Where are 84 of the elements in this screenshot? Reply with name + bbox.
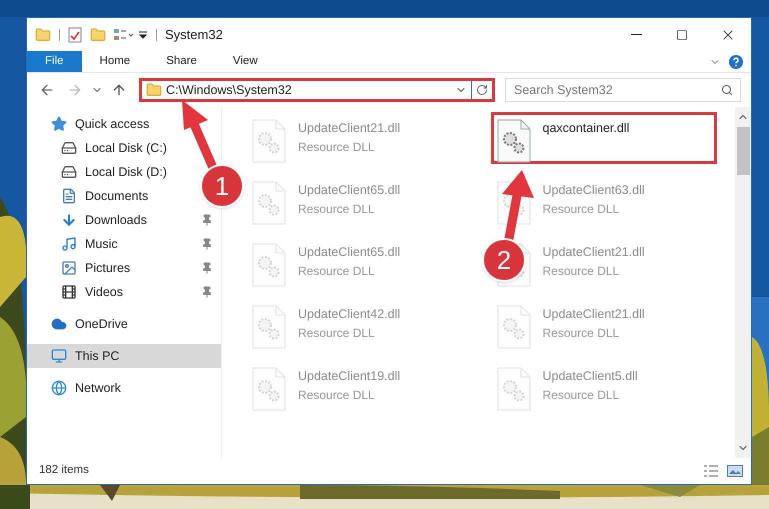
sidebar-item[interactable]: Pictures [27,256,221,280]
file-type: Resource DLL [298,138,376,156]
file-type: Resource DLL [298,386,376,404]
sidebar-item[interactable]: Local Disk (D:) [27,160,175,184]
file-type: Resource DLL [298,324,376,342]
sidebar-label: Local Disk (D:) [85,164,167,181]
sidebar-item[interactable]: Videos [27,280,221,304]
ribbon-tab[interactable]: Share [148,51,215,72]
ribbon-tab[interactable]: File [27,51,82,72]
star-icon [51,116,67,132]
sidebar-label: Music [85,236,119,253]
drive-icon [61,164,77,180]
globe-icon [51,380,67,396]
film-icon [61,284,77,300]
monitor-icon [51,348,67,364]
sidebar-item[interactable]: Local Disk (C:) [27,136,175,160]
folder-icon [146,82,162,98]
ribbon-tab[interactable]: Home [82,51,148,72]
file-name: UpdateClient65.dll [298,182,400,199]
dll-file-icon [252,243,286,287]
file-name: UpdateClient21.dll [298,120,400,137]
dll-file-icon [496,119,530,163]
sidebar-item[interactable]: Network [27,376,129,400]
drive-icon [61,140,77,156]
sidebar-item[interactable]: Music [27,232,221,256]
search-icon [721,84,733,96]
sidebar-label: This PC [75,348,120,365]
file-type: Resource DLL [542,200,620,218]
sidebar-label: Pictures [85,260,132,277]
dll-file-icon [252,181,286,225]
scrollbar[interactable] [735,107,751,458]
properties-icon[interactable] [68,26,82,42]
search-field[interactable]: Search System32 [505,78,741,102]
sidebar-label: Videos [85,284,124,301]
file-name: UpdateClient5.dll [542,368,638,385]
details-view-icon[interactable] [703,465,719,477]
file-type: Resource DLL [542,386,620,404]
up-button[interactable] [111,82,127,98]
dll-file-icon [496,367,530,411]
file-name: qaxcontainer.dll [542,120,630,137]
file-type: Resource DLL [542,262,620,280]
sidebar-label: Quick access [75,116,150,133]
file-item[interactable]: qaxcontainer.dll [490,112,716,164]
back-button[interactable] [39,82,55,98]
sidebar-label: Network [75,380,121,397]
help-icon[interactable] [729,54,743,68]
file-name: UpdateClient42.dll [298,306,400,323]
view-options-icon[interactable] [114,28,134,42]
maximize-icon [676,28,688,40]
window-title: System32 [165,26,223,44]
status-item-count: 182 items [39,463,89,478]
customize-dropdown-icon[interactable] [138,30,148,40]
cloud-icon [51,316,67,332]
sidebar-item[interactable]: Documents [27,184,156,208]
address-bar[interactable]: C:\Windows\System32 [139,78,495,102]
sidebar-label: Local Disk (C:) [85,140,167,157]
address-path: C:\Windows\System32 [166,82,293,99]
file-type: Resource DLL [298,262,376,280]
sidebar-item[interactable]: OneDrive [27,312,136,336]
file-name: UpdateClient65.dll [298,244,400,261]
dll-file-icon [496,305,530,349]
dll-file-icon [252,367,286,411]
sidebar-label: OneDrive [75,316,128,333]
sidebar-item[interactable]: Quick access [27,112,158,136]
document-icon [61,188,77,204]
file-name: UpdateClient19.dll [298,368,400,385]
sidebar-item[interactable]: Downloads [27,208,221,232]
sidebar-item[interactable]: This PC [27,344,221,368]
large-icons-view-icon[interactable] [727,465,743,477]
sidebar-label: Downloads [85,212,148,229]
refresh-icon[interactable] [476,84,488,96]
file-type: Resource DLL [542,324,620,342]
sidebar-label: Documents [85,188,148,205]
dll-file-icon [252,119,286,163]
dll-file-icon [252,305,286,349]
file-type: Resource DLL [298,200,376,218]
picture-icon [61,260,77,276]
music-note-icon [61,236,77,252]
file-name: UpdateClient63.dll [542,182,645,199]
file-name: UpdateClient21.dll [542,306,645,323]
ribbon-tab[interactable]: View [214,51,276,72]
minimize-icon [630,34,642,36]
scroll-thumb[interactable] [736,127,750,175]
file-name: UpdateClient21.dll [542,244,645,261]
